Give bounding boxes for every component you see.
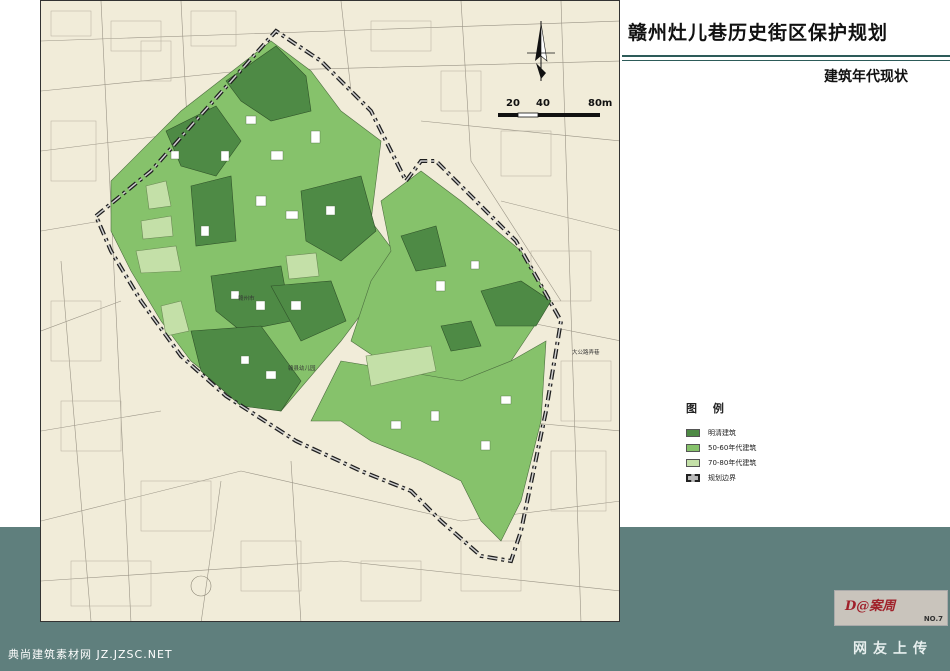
legend-swatch-dark-green — [686, 429, 700, 437]
scale-bar: 20 40 80m — [498, 98, 612, 122]
watermark-logo: D@案周 NO.7 — [834, 590, 948, 626]
legend-swatch-light-green — [686, 459, 700, 467]
north-arrow-icon — [527, 21, 555, 81]
scale-label-20: 20 — [506, 98, 520, 109]
legend-label: 规划边界 — [708, 474, 736, 482]
legend-item-boundary: 规划边界 — [686, 473, 736, 483]
legend-label: 明清建筑 — [708, 429, 736, 437]
map-label-town: 赣州市 — [238, 296, 255, 302]
legend-item-ming-qing: 明清建筑 — [686, 428, 736, 438]
upload-label: 网友上传 — [853, 641, 933, 657]
district-buildings — [110, 40, 552, 542]
title-rule-bottom — [622, 60, 950, 61]
map-label-lane: 大公路弄巷 — [572, 350, 600, 356]
legend-label: 70-80年代建筑 — [708, 459, 757, 467]
map-label-kindergarten: 赣县幼儿园 — [288, 366, 316, 372]
page-subtitle: 建筑年代现状 — [824, 69, 908, 85]
legend-title: 图 例 — [686, 402, 730, 415]
legend-item-70-80s: 70-80年代建筑 — [686, 458, 756, 468]
map-canvas — [41, 1, 619, 621]
page-title: 赣州灶儿巷历史街区保护规划 — [628, 22, 889, 44]
page-number: NO.7 — [923, 615, 943, 623]
legend-item-50-60s: 50-60年代建筑 — [686, 443, 756, 453]
legend-swatch-boundary — [686, 474, 700, 482]
title-rule-top — [622, 55, 950, 57]
logo-brand: D@案周 — [845, 599, 896, 614]
scale-label-80: 80m — [588, 98, 613, 109]
roundabout — [190, 575, 212, 597]
legend-swatch-medium-green — [686, 444, 700, 452]
source-credit: 典尚建筑素材网 JZ.JZSC.NET — [8, 648, 173, 661]
site-map — [40, 0, 620, 622]
scale-label-40: 40 — [536, 98, 550, 109]
legend-label: 50-60年代建筑 — [708, 444, 757, 452]
